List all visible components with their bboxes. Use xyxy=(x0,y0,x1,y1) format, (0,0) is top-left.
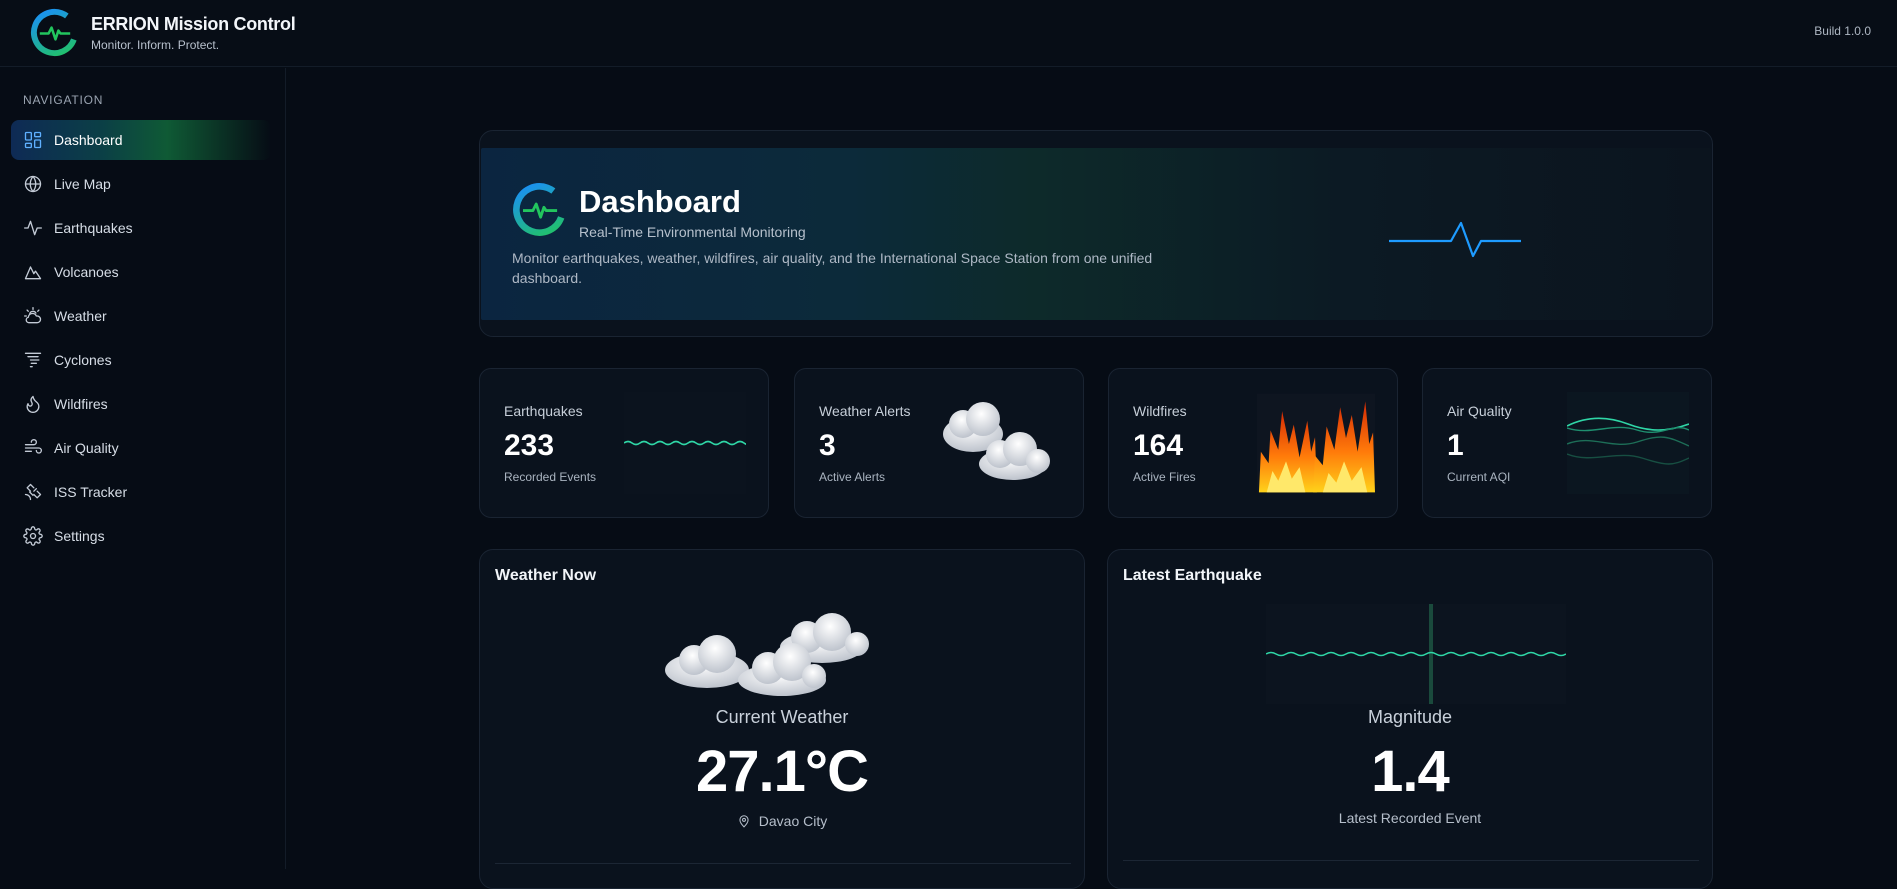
stat-label: Wildfires xyxy=(1133,403,1187,419)
sidebar-item-volcanoes[interactable]: Volcanoes xyxy=(11,252,271,292)
stat-card-air-quality[interactable]: Air Quality 1 Current AQI xyxy=(1422,368,1712,518)
sidebar-item-live-map[interactable]: Live Map xyxy=(11,164,271,204)
fire-icon xyxy=(1257,393,1375,493)
stat-card-weather-alerts[interactable]: Weather Alerts 3 Active Alerts xyxy=(794,368,1084,518)
top-bar: ERRION Mission Control Monitor. Inform. … xyxy=(0,0,1897,67)
latest-earthquake-panel: Latest Earthquake Magnitude 1.4 Latest R… xyxy=(1107,549,1713,889)
temperature-value: 27.1°C xyxy=(696,739,869,804)
air-waves-icon xyxy=(1567,392,1689,494)
nav-list: Dashboard Live Map Earthquakes Volcanoes xyxy=(11,120,271,560)
sidebar-item-dashboard[interactable]: Dashboard xyxy=(11,120,271,160)
weather-caption: Current Weather xyxy=(715,707,849,727)
divider xyxy=(495,863,1071,864)
stat-value: 164 xyxy=(1133,429,1184,462)
stat-label: Earthquakes xyxy=(504,403,583,419)
globe-icon xyxy=(22,173,44,195)
divider xyxy=(1123,860,1699,861)
page-title: Dashboard xyxy=(579,184,741,219)
tornado-icon xyxy=(22,349,44,371)
stat-sub: Current AQI xyxy=(1447,470,1511,484)
errion-logo-icon[interactable] xyxy=(30,8,79,57)
weather-location: Davao City xyxy=(480,813,1084,829)
sidebar-item-settings[interactable]: Settings xyxy=(11,516,271,556)
sidebar-item-label: Earthquakes xyxy=(54,220,133,236)
stat-card-wildfires[interactable]: Wildfires 164 Active Fires xyxy=(1108,368,1398,518)
stat-value: 3 xyxy=(819,429,836,462)
sidebar-item-label: Settings xyxy=(54,528,105,544)
page-subtitle: Real-Time Environmental Monitoring xyxy=(579,224,806,240)
sidebar-item-label: Volcanoes xyxy=(54,264,119,280)
stat-label: Weather Alerts xyxy=(819,403,911,419)
dashboard-icon xyxy=(22,129,44,151)
wave-icon xyxy=(624,392,746,494)
weather-now-panel: Weather Now Current Weather 27.1°C Davao… xyxy=(479,549,1085,889)
panel-title: Weather Now xyxy=(495,567,597,584)
clouds-icon xyxy=(943,402,1050,480)
magnitude-caption: Magnitude xyxy=(1367,707,1453,727)
sidebar-item-label: Live Map xyxy=(54,176,111,192)
location-name: Davao City xyxy=(758,813,828,829)
hero-banner: Dashboard Real-Time Environmental Monito… xyxy=(481,148,1711,320)
magnitude-value: 1.4 xyxy=(1371,739,1450,804)
sidebar-item-air-quality[interactable]: Air Quality xyxy=(11,428,271,468)
nav-heading: NAVIGATION xyxy=(23,93,104,107)
wind-icon xyxy=(22,437,44,459)
errion-logo-icon xyxy=(513,183,566,236)
activity-icon xyxy=(22,217,44,239)
sidebar-item-label: Cyclones xyxy=(54,352,112,368)
sidebar-item-label: ISS Tracker xyxy=(54,484,128,500)
sidebar-item-label: Air Quality xyxy=(54,440,119,456)
latest-event-label: Latest Recorded Event xyxy=(1338,810,1482,826)
sidebar: NAVIGATION Dashboard Live Map Earthquake… xyxy=(0,68,286,869)
stat-card-earthquakes[interactable]: Earthquakes 233 Recorded Events xyxy=(479,368,769,518)
sidebar-item-wildfires[interactable]: Wildfires xyxy=(11,384,271,424)
sidebar-item-cyclones[interactable]: Cyclones xyxy=(11,340,271,380)
flame-icon xyxy=(22,393,44,415)
sidebar-item-label: Weather xyxy=(54,308,107,324)
sidebar-item-label: Wildfires xyxy=(54,396,108,412)
sidebar-item-iss-tracker[interactable]: ISS Tracker xyxy=(11,472,271,512)
stat-value: 1 xyxy=(1447,429,1464,462)
stat-value: 233 xyxy=(504,429,555,462)
page-description: Monitor earthquakes, weather, wildfires,… xyxy=(512,250,1153,286)
mountain-icon xyxy=(22,261,44,283)
stat-sub: Recorded Events xyxy=(504,470,597,484)
build-version: Build 1.0.0 xyxy=(1814,24,1871,38)
sidebar-item-earthquakes[interactable]: Earthquakes xyxy=(11,208,271,248)
cloud-sun-icon xyxy=(22,305,44,327)
stat-sub: Active Alerts xyxy=(819,470,886,484)
panel-title: Latest Earthquake xyxy=(1123,567,1262,584)
location-pin-icon xyxy=(739,815,749,828)
dashboard-hero: Dashboard Real-Time Environmental Monito… xyxy=(479,130,1713,337)
satellite-icon xyxy=(22,481,44,503)
gear-icon xyxy=(22,525,44,547)
stat-sub: Active Fires xyxy=(1133,470,1196,484)
seismograph-icon xyxy=(1266,604,1566,704)
sidebar-item-label: Dashboard xyxy=(54,132,123,148)
app-tagline: Monitor. Inform. Protect. xyxy=(91,38,220,52)
app-title: ERRION Mission Control xyxy=(91,14,296,34)
heartbeat-pulse-icon xyxy=(1389,221,1521,258)
stat-label: Air Quality xyxy=(1447,403,1512,419)
sidebar-item-weather[interactable]: Weather xyxy=(11,296,271,336)
clouds-icon xyxy=(665,613,869,696)
